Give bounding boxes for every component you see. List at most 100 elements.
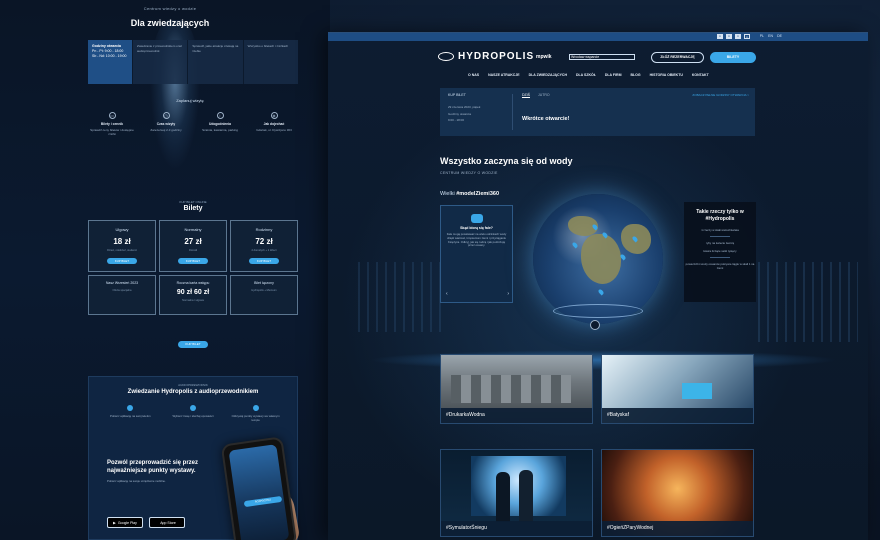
ticket-card-combined[interactable]: Bilet łączony Hydropolis + Muzeum [230, 275, 298, 315]
font-large-button[interactable]: A [744, 34, 750, 39]
nav-item[interactable]: HISTORIA OBIEKTU [650, 73, 683, 77]
fact-title: Skąd biorą się fale? [460, 226, 493, 230]
ticket-buy-button[interactable]: KUP BILET [178, 258, 208, 264]
side-card-text: 1 rzeczy w skali wszechświata [701, 228, 739, 232]
full-hours-link[interactable]: ZOBACZ PEŁNE GODZINY OTWARCIA > [692, 93, 749, 97]
store-label: App Store [160, 520, 176, 525]
audio-steps: Pobierz aplikację na swój telefon Wybier… [89, 405, 297, 422]
visit-item-directions[interactable]: ◈ Jak dojechać Gdańsk, ul. Dywizjonu 303 [250, 112, 298, 136]
opening-hours-bar: KUP BILET 29 czerwca 2023, piątek Godzin… [440, 88, 755, 136]
contrast-button[interactable]: A [717, 34, 723, 39]
globe-caption: Wielki #modelZiemi360 [440, 191, 499, 197]
hours-label: Godziny otwarcia [448, 112, 472, 116]
clock-icon: ◷ [162, 112, 170, 119]
chevron-left-icon[interactable]: ‹ [446, 291, 448, 297]
logo[interactable]: HYDROPOLIS [438, 51, 534, 62]
ticket-name: Bilet łączony [254, 281, 274, 285]
audio-step-text: Odkrywaj punkty wystawy we własnym tempi… [231, 414, 280, 422]
room-panels-right [758, 262, 858, 342]
left-page-title: Dla zwiedzających [130, 18, 210, 28]
visit-item-tickets[interactable]: ▭ Bilety i cennik Sprawdź ceny biletów i… [88, 112, 136, 136]
chevron-right-icon[interactable]: › [507, 291, 509, 297]
hero-band: Godziny otwarcia Pn - Pt: 9:00 - 18:00 S… [88, 40, 298, 84]
google-play-button[interactable]: ▶ Google Play [107, 517, 143, 528]
ticket-buy-button[interactable]: KUP BILET [249, 258, 279, 264]
tab-tomorrow[interactable]: JUTRO [538, 93, 550, 98]
phone-icon [127, 405, 134, 411]
lang-de[interactable]: DE [777, 34, 782, 38]
hero-col-2[interactable]: Sprawdź, jakie atrakcje czekają na Ciebi… [187, 40, 243, 84]
divider [710, 236, 730, 237]
globe-rotate-button[interactable] [590, 320, 600, 330]
ticket-note: Dzieci, młodzież, studenci [107, 249, 137, 252]
top-utility-bar: A A A A PL EN DE [328, 32, 868, 41]
side-card-title: Takie rzeczy tylko w #Hydropolis [696, 209, 744, 222]
visit-item-text: Zarezerwuj 2-3 godziny [150, 128, 182, 132]
tab-today[interactable]: DZIŚ [522, 93, 530, 98]
buy-ticket-block[interactable]: KUP BILET 29 czerwca 2023, piątek Godzin… [448, 93, 480, 123]
attraction-tile-batyskaf[interactable]: #Batyskaf [601, 354, 754, 424]
ticket-card-special[interactable]: Nasz Wrzesień 2023 Oferta specjalna [88, 275, 156, 315]
route-icon [252, 405, 259, 411]
main-nav: O NAS NASZE ATRAKCJE DLA ZWIEDZAJĄCYCH D… [468, 73, 709, 77]
lang-pl[interactable]: PL [760, 34, 764, 38]
ticket-note: Normalna / ulgowa [182, 299, 204, 302]
partner-logo-wroclaw[interactable]: Wrocław wsparcie [569, 54, 635, 60]
ticket-card-ulgowy[interactable]: Ulgowy 18 zł Dzieci, młodzież, studenci … [88, 220, 156, 272]
store-label: Google Play [117, 520, 137, 525]
globe-pin[interactable] [597, 288, 605, 296]
ticket-card-normalny[interactable]: Normalny 27 zł Dorośli KUP BILET [159, 220, 227, 272]
globe-pin[interactable] [571, 241, 579, 249]
continent-africa [581, 234, 621, 284]
ticket-card-annual[interactable]: Roczna karta wstępu 90 zł 60 zł Normalna… [159, 275, 227, 315]
app-store-button[interactable]: App Store [149, 517, 185, 528]
partner-logo-mpwik[interactable]: mpwik [536, 54, 552, 60]
reservation-button[interactable]: ZŁÓŻ REZERWACJĘ [651, 52, 704, 63]
nav-item[interactable]: DLA FIRM [605, 73, 622, 77]
attraction-tile-symulator[interactable]: #SymulatorŚniegu [440, 449, 593, 537]
nav-item[interactable]: BLOG [630, 73, 640, 77]
nav-item[interactable]: DLA ZWIEDZAJĄCYCH [529, 73, 567, 77]
ticket-card-rodzinny[interactable]: Rodzinny 72 zł 2 dorosłych + 2 dzieci KU… [230, 220, 298, 272]
phone-screen: ROZPOCZNIJ [228, 444, 290, 540]
day-tabs: DZIŚ JUTRO [522, 93, 550, 98]
visit-icons-row: ▭ Bilety i cennik Sprawdź ceny biletów i… [88, 112, 298, 136]
font-medium-button[interactable]: A [735, 34, 741, 39]
ticket-name: Rodzinny [255, 227, 273, 232]
room-panels-left [358, 262, 448, 332]
nav-item[interactable]: NASZE ATRAKCJE [488, 73, 520, 77]
audio-kicker: AUDIOPRZEWODNIK [178, 383, 208, 387]
visit-item-time[interactable]: ◷ Czas wizyty Zarezerwuj 2-3 godziny [142, 112, 190, 136]
fact-text: Fale mogą powstawać na wielu odcinkach w… [446, 232, 507, 248]
audio-cta-text: Pobierz aplikację na swoje urządzenie mo… [107, 479, 166, 483]
hero-col-1[interactable]: Zwiedzanie z przewodnikiem oraz audioprz… [132, 40, 188, 84]
nav-item[interactable]: DLA SZKÓŁ [576, 73, 596, 77]
ticket-name: Normalny [184, 227, 202, 232]
buy-ticket-main-button[interactable]: KUP BILET [178, 341, 208, 348]
audio-cta: Pozwól przeprowadzić się przez najważnie… [107, 459, 217, 483]
nav-item[interactable]: KONTAKT [692, 73, 709, 77]
font-small-button[interactable]: A [726, 34, 732, 39]
ticket-price: 27 zł [184, 237, 202, 246]
nav-item[interactable]: O NAS [468, 73, 479, 77]
visit-item-text: Szatnia, kawiarnia, parking [202, 128, 238, 132]
play-icon: ▶ [113, 520, 116, 525]
visit-item-facilities[interactable]: i Udogodnienia Szatnia, kawiarnia, parki… [196, 112, 244, 136]
attraction-tile-ogien[interactable]: #OgieńZParyWodnej [601, 449, 754, 537]
divider [512, 94, 513, 130]
attraction-tile-drukarka[interactable]: #DrukarkaWodna [440, 354, 593, 424]
tile-image [682, 383, 712, 399]
ticket-price: 90 zł 60 zł [176, 289, 210, 296]
fact-card: Skąd biorą się fale? Fale mogą powstawać… [440, 205, 513, 303]
ticket-name: Roczna karta wstępu [176, 281, 210, 285]
divider [710, 257, 730, 258]
phone-start-button[interactable]: ROZPOCZNIJ [243, 495, 283, 508]
side-card-text: ryby na świecie tworzą [705, 241, 735, 245]
audio-step: Odkrywaj punkty wystawy we własnym tempi… [228, 405, 283, 422]
ticket-buy-button[interactable]: KUP BILET [107, 258, 137, 264]
hero-col-3[interactable]: Wszystko o biletach i zniżkach [242, 40, 298, 84]
lang-en[interactable]: EN [768, 34, 773, 38]
visit-item-title: Udogodnienia [209, 122, 231, 126]
tickets-button[interactable]: BILETY [710, 52, 756, 63]
tickets-section: KUP BILET ONLINE Bilety Ulgowy 18 zł Dzi… [88, 200, 298, 315]
